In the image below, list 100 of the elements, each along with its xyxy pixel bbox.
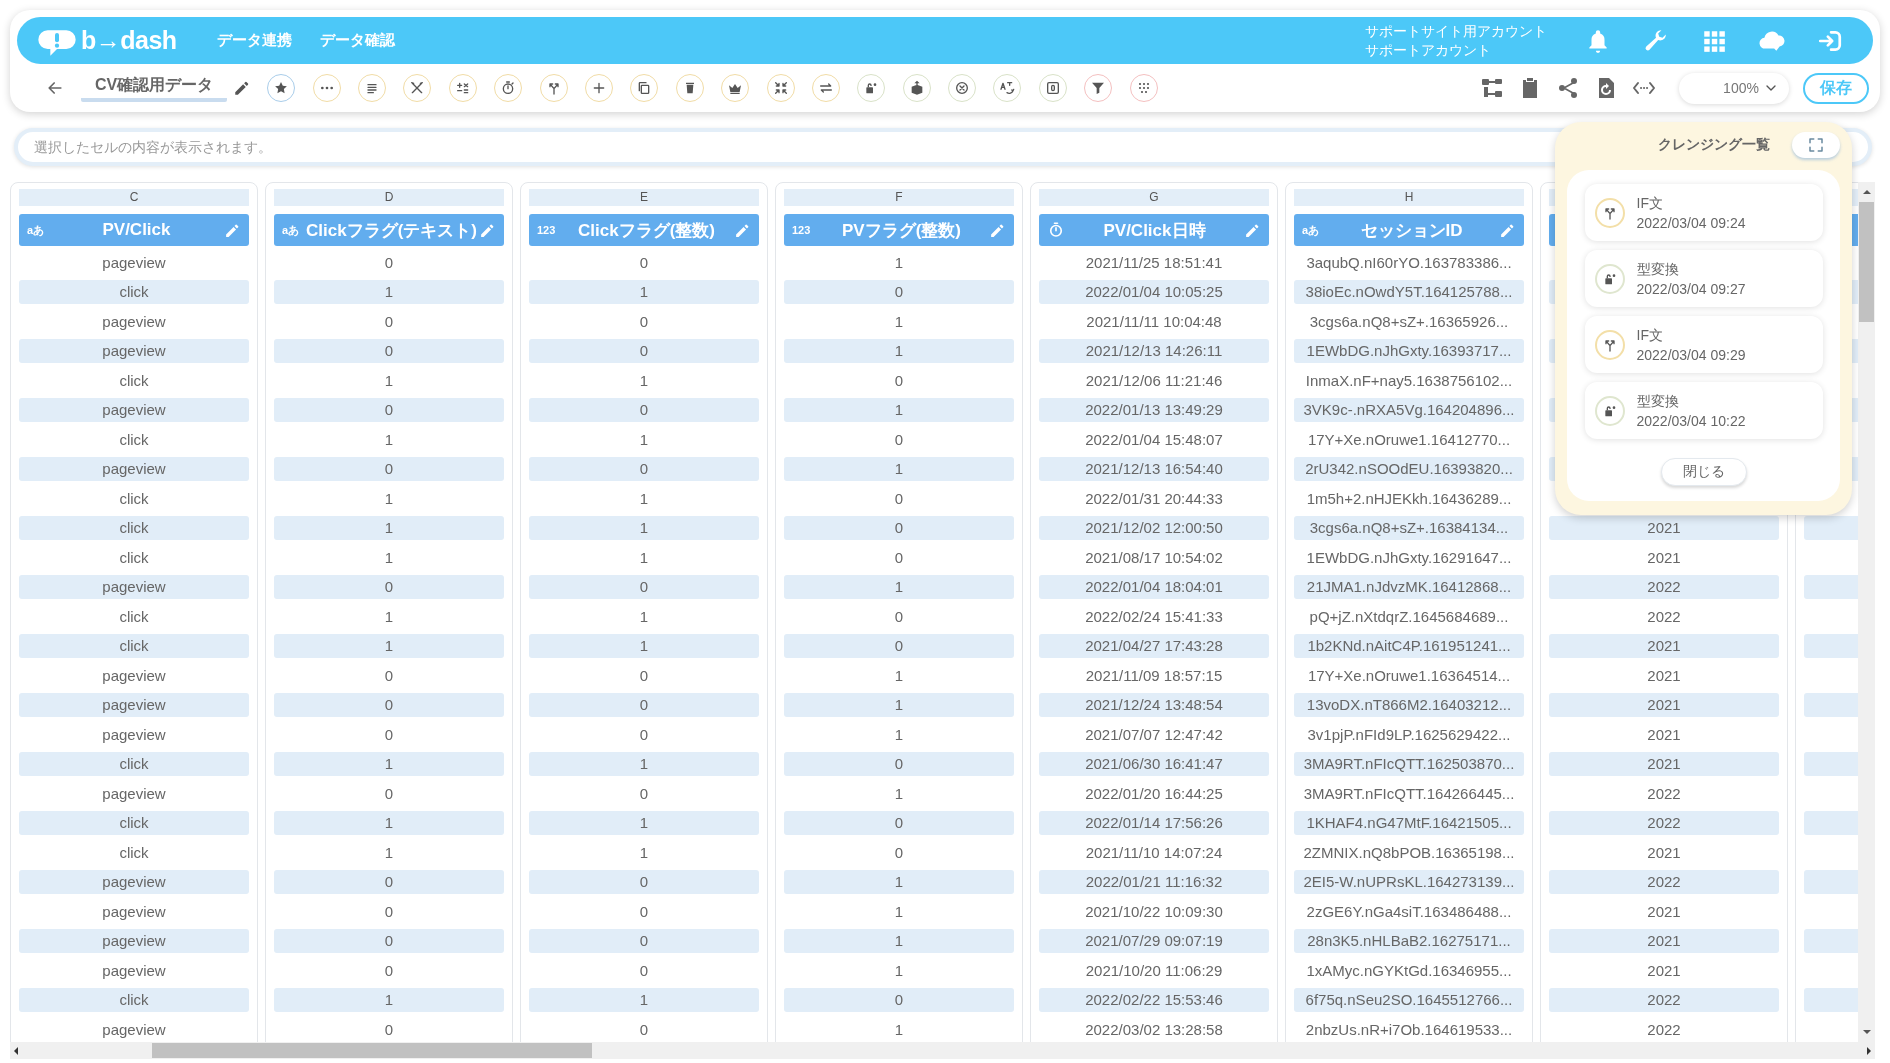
table-cell[interactable]: click [19, 486, 249, 511]
table-cell[interactable]: 2021/07/07 12:47:42 [1039, 722, 1269, 747]
column-letter[interactable]: D [274, 189, 504, 206]
table-cell[interactable]: 2021 [1549, 722, 1779, 747]
table-cell[interactable]: 0 [784, 516, 1014, 541]
table-cell[interactable]: click [19, 516, 249, 541]
table-cell[interactable]: pageview [19, 693, 249, 718]
table-cell[interactable]: 0 [274, 693, 504, 718]
table-cell[interactable]: 13voDX.nT866M2.16403212... [1294, 693, 1524, 718]
table-cell[interactable]: 2021 [1549, 840, 1779, 865]
table-cell[interactable]: 2nbzUs.nR+i7Ob.164619533... [1294, 1017, 1524, 1042]
table-cell[interactable]: 1 [529, 752, 759, 777]
table-cell[interactable]: 1m5h+2.nHJEKkh.16436289... [1294, 486, 1524, 511]
cleansing-item[interactable]: 型変換 2022/03/04 09:27 [1584, 250, 1823, 307]
table-cell[interactable]: 1 [529, 427, 759, 452]
table-cell[interactable]: click [19, 280, 249, 305]
table-cell[interactable]: 3MA9RT.nFIcQTT.162503870... [1294, 752, 1524, 777]
table-cell[interactable]: 2021/07/29 09:07:19 [1039, 929, 1269, 954]
table-cell[interactable]: 2021/10/22 10:09:30 [1039, 899, 1269, 924]
table-cell[interactable]: pageview [19, 250, 249, 275]
table-cell[interactable]: pageview [19, 929, 249, 954]
table-cell[interactable]: 0 [529, 309, 759, 334]
table-cell[interactable]: click [19, 604, 249, 629]
table-cell[interactable]: 1 [784, 309, 1014, 334]
table-cell[interactable]: 6f75q.nSeu2SO.1645512766... [1294, 988, 1524, 1013]
table-cell[interactable]: 2022/02/22 15:53:46 [1039, 988, 1269, 1013]
table-cell[interactable]: 1 [274, 516, 504, 541]
table-cell[interactable]: 1 [784, 575, 1014, 600]
table-cell[interactable]: 1 [274, 811, 504, 836]
table-cell[interactable]: 0 [274, 870, 504, 895]
table-cell[interactable]: 1 [274, 840, 504, 865]
table-cell[interactable]: InmaX.nF+nay5.1638756102... [1294, 368, 1524, 393]
table-cell[interactable]: 0 [784, 368, 1014, 393]
table-cell[interactable]: pageview [19, 457, 249, 482]
table-cell[interactable]: 3MA9RT.nFIcQTT.164266445... [1294, 781, 1524, 806]
dot-grid-button[interactable] [1129, 74, 1158, 102]
table-cell[interactable]: 2021 [1549, 663, 1779, 688]
table-cell[interactable]: 1 [529, 840, 759, 865]
lines-button[interactable] [358, 74, 386, 102]
table-cell[interactable]: 28n3K5.nHLBaB2.16275171... [1294, 929, 1524, 954]
table-cell[interactable]: 2021/11/11 10:04:48 [1039, 309, 1269, 334]
table-cell[interactable]: 0 [529, 457, 759, 482]
table-cell[interactable]: 2022 [1549, 1017, 1779, 1042]
table-cell[interactable]: 0 [529, 958, 759, 983]
table-cell[interactable]: 1b2KNd.nAitC4P.161951241... [1294, 634, 1524, 659]
box-upload-button[interactable] [902, 74, 931, 102]
table-cell[interactable]: 0 [529, 693, 759, 718]
table-cell[interactable]: 17Y+Xe.nOruwe1.16364514... [1294, 663, 1524, 688]
table-cell[interactable]: 0 [529, 250, 759, 275]
table-cell[interactable]: 1 [529, 545, 759, 570]
table-cell[interactable]: 0 [529, 339, 759, 364]
table-cell[interactable]: click [19, 752, 249, 777]
table-cell[interactable]: 2021 [1549, 516, 1779, 541]
table-cell[interactable]: 2022/02/24 15:41:33 [1039, 604, 1269, 629]
table-cell[interactable]: 2022 [1549, 604, 1779, 629]
table-cell[interactable]: 1 [529, 634, 759, 659]
table-cell[interactable]: 1 [274, 545, 504, 570]
vertical-scrollbar[interactable] [1858, 182, 1875, 1042]
table-cell[interactable]: 2021/12/13 16:54:40 [1039, 457, 1269, 482]
table-cell[interactable]: 0 [274, 722, 504, 747]
table-cell[interactable]: 1xAMyc.nGYKtGd.16346955... [1294, 958, 1524, 983]
table-cell[interactable]: 1 [274, 604, 504, 629]
table-cell[interactable]: 1 [274, 988, 504, 1013]
table-cell[interactable]: 0 [274, 899, 504, 924]
table-cell[interactable]: 2022 [1549, 988, 1779, 1013]
table-cell[interactable]: click [19, 368, 249, 393]
table-cell[interactable]: 1 [784, 899, 1014, 924]
table-cell[interactable]: 0 [529, 575, 759, 600]
table-cell[interactable]: 1 [274, 486, 504, 511]
table-cell[interactable]: 1 [784, 250, 1014, 275]
table-cell[interactable]: 2021/12/24 13:48:54 [1039, 693, 1269, 718]
column-letter[interactable]: G [1039, 189, 1269, 206]
table-cell[interactable]: pageview [19, 398, 249, 423]
column-letter[interactable]: F [784, 189, 1014, 206]
table-cell[interactable]: pageview [19, 722, 249, 747]
table-cell[interactable]: 1 [274, 427, 504, 452]
scissors-button[interactable] [403, 74, 432, 102]
table-cell[interactable]: 1 [784, 958, 1014, 983]
copy-button[interactable] [630, 74, 659, 102]
table-cell[interactable]: pageview [19, 781, 249, 806]
table-cell[interactable]: pageview [19, 663, 249, 688]
table-cell[interactable]: 0 [784, 604, 1014, 629]
table-cell[interactable]: 0 [529, 899, 759, 924]
table-cell[interactable]: 0 [784, 988, 1014, 1013]
expand-button[interactable] [1792, 132, 1840, 158]
table-cell[interactable]: 2021/11/10 14:07:24 [1039, 840, 1269, 865]
table-cell[interactable]: 0 [784, 634, 1014, 659]
table-cell[interactable]: 2rU342.nSOOdEU.16393820... [1294, 457, 1524, 482]
table-cell[interactable]: 3VK9c-.nRXA5Vg.164204896... [1294, 398, 1524, 423]
table-cell[interactable]: pageview [19, 958, 249, 983]
table-cell[interactable]: click [19, 427, 249, 452]
table-cell[interactable]: 1 [784, 929, 1014, 954]
table-cell[interactable]: 2021/08/17 10:54:02 [1039, 545, 1269, 570]
table-cell[interactable]: 1 [529, 811, 759, 836]
table-cell[interactable]: 2021 [1549, 899, 1779, 924]
table-cell[interactable]: click [19, 634, 249, 659]
table-cell[interactable]: 2021 [1549, 929, 1779, 954]
table-cell[interactable]: 2021 [1549, 752, 1779, 777]
table-cell[interactable]: pQ+jZ.nXtdqrZ.1645684689... [1294, 604, 1524, 629]
table-cell[interactable]: 3cgs6a.nQ8+sZ+.16365926... [1294, 309, 1524, 334]
